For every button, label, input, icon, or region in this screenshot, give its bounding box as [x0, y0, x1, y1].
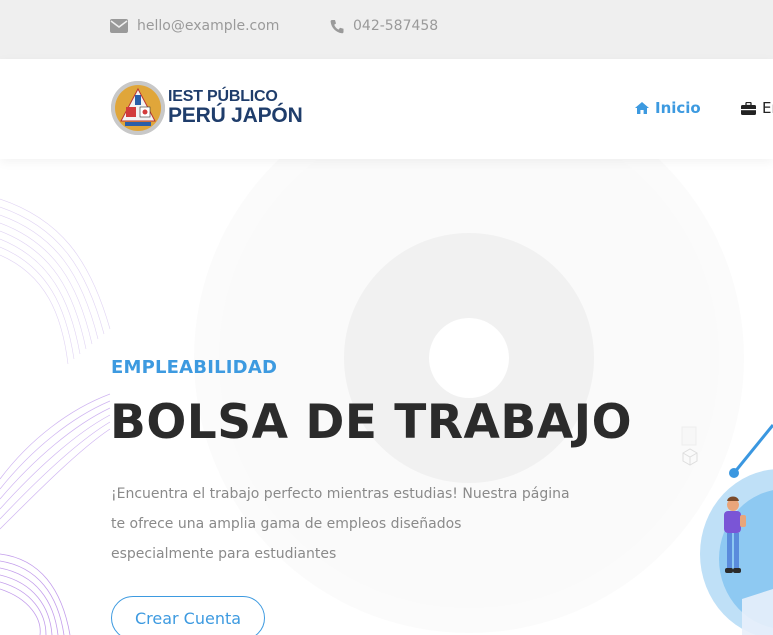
phone-text: 042-587458: [353, 18, 439, 34]
hero-title: BOLSA DE TRABAJO: [110, 395, 633, 450]
home-icon: [635, 102, 649, 114]
site-header: IEST PÚBLICO PERÚ JAPÓN Inicio Em: [0, 59, 773, 159]
create-account-button[interactable]: Crear Cuenta: [111, 596, 265, 635]
nav-label-inicio: Inicio: [655, 99, 701, 117]
hero-description-line-3: especialmente para estudiantes: [111, 546, 337, 562]
institute-seal: [111, 81, 165, 135]
nav-label-empleos: Em: [762, 99, 773, 117]
hero-section: EMPLEABILIDAD BOLSA DE TRABAJO ¡Encuentr…: [0, 159, 773, 635]
email-text: hello@example.com: [137, 18, 280, 34]
hero-eyebrow: EMPLEABILIDAD: [111, 357, 278, 378]
phone-icon: [330, 19, 344, 33]
nav-item-empleos[interactable]: Em: [741, 99, 773, 117]
email-contact[interactable]: hello@example.com: [110, 16, 279, 36]
briefcase-icon: [741, 101, 756, 115]
site-logo[interactable]: IEST PÚBLICO PERÚ JAPÓN: [111, 81, 303, 135]
hero-description-line-1: ¡Encuentra el trabajo perfecto mientras …: [111, 486, 570, 502]
hero-description-line-2: te ofrece una amplia gama de empleos dis…: [111, 516, 462, 532]
hero-description: ¡Encuentra el trabajo perfecto mientras …: [111, 479, 611, 569]
phone-contact[interactable]: 042-587458: [330, 16, 438, 36]
nav-item-inicio[interactable]: Inicio: [635, 99, 701, 117]
logo-line-1: IEST PÚBLICO: [168, 87, 278, 105]
top-contact-bar: hello@example.com 042-587458: [0, 0, 773, 59]
logo-line-2: PERÚ JAPÓN: [168, 104, 303, 128]
envelope-icon: [110, 19, 128, 33]
